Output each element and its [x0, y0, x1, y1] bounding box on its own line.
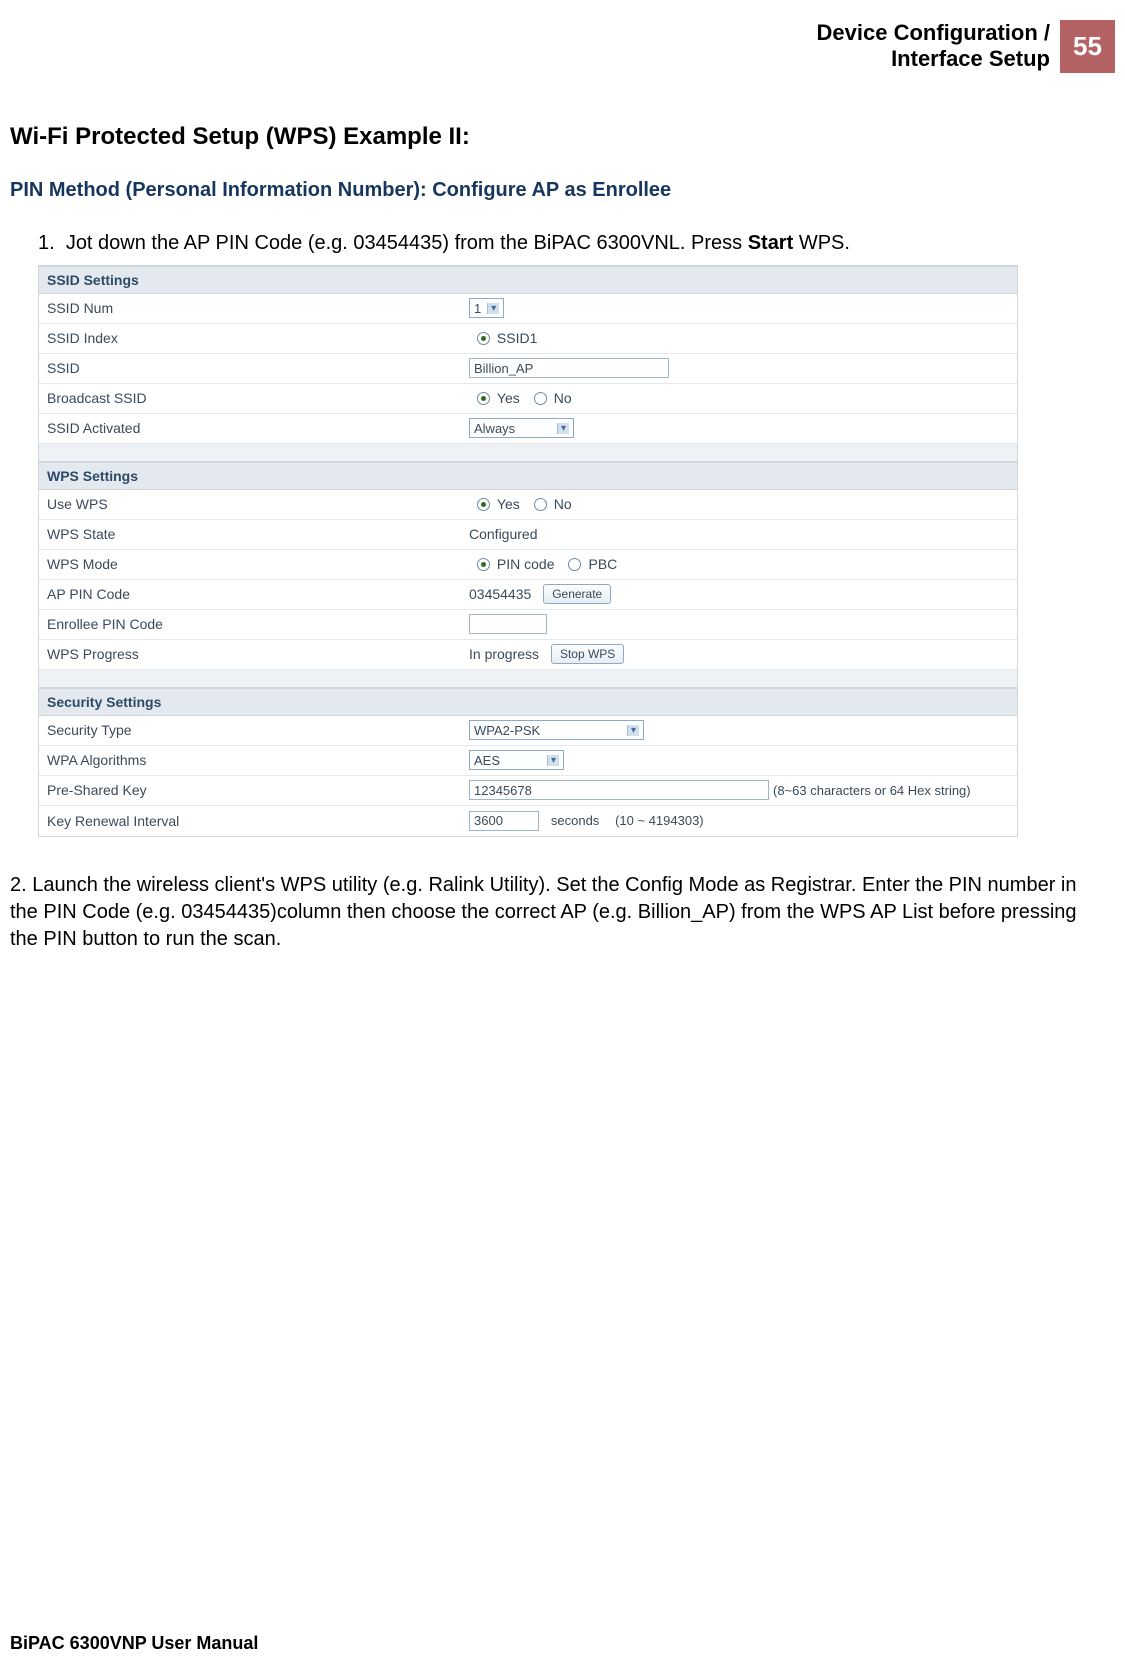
wps-state-value: Configured: [469, 526, 538, 542]
step-number: 1.: [38, 232, 55, 254]
label-wps-progress: WPS Progress: [39, 646, 469, 662]
chevron-down-icon: ▾: [627, 725, 639, 736]
broadcast-no-radio[interactable]: [534, 392, 547, 405]
ssid1-radio-label: SSID1: [497, 330, 537, 346]
wps-settings-header: WPS Settings: [39, 462, 1017, 490]
label-ap-pin-code: AP PIN Code: [39, 586, 469, 602]
row-wps-mode: WPS Mode PIN code PBC: [39, 550, 1017, 580]
security-type-value: WPA2-PSK: [474, 723, 621, 738]
breadcrumb-line2: Interface Setup: [891, 46, 1050, 71]
section-separator: [39, 444, 1017, 462]
row-ssid-activated: SSID Activated Always ▾: [39, 414, 1017, 444]
key-renewal-range: (10 ~ 4194303): [615, 813, 704, 828]
step-text-pre: Jot down the AP PIN Code (e.g. 03454435)…: [66, 232, 748, 254]
security-type-select[interactable]: WPA2-PSK ▾: [469, 720, 644, 740]
row-ap-pin-code: AP PIN Code 03454435 Generate: [39, 580, 1017, 610]
page-header: Device Configuration / Interface Setup 5…: [10, 20, 1115, 73]
row-ssid-index: SSID Index SSID1: [39, 324, 1017, 354]
page-title: Wi-Fi Protected Setup (WPS) Example II:: [10, 123, 1115, 151]
step-text-bold: Start: [748, 232, 794, 254]
chevron-down-icon: ▾: [557, 423, 569, 434]
ssid-activated-value: Always: [474, 421, 551, 436]
row-ssid-num: SSID Num 1 ▾: [39, 294, 1017, 324]
step-1-text: 1. Jot down the AP PIN Code (e.g. 034544…: [38, 232, 1115, 255]
label-psk: Pre-Shared Key: [39, 782, 469, 798]
generate-button[interactable]: Generate: [543, 584, 611, 604]
step-text-post: WPS.: [793, 232, 850, 254]
stop-wps-button[interactable]: Stop WPS: [551, 644, 624, 664]
psk-input[interactable]: [469, 780, 769, 800]
label-security-type: Security Type: [39, 722, 469, 738]
row-wps-state: WPS State Configured: [39, 520, 1017, 550]
chevron-down-icon: ▾: [547, 755, 559, 766]
wpsmode-pin-label: PIN code: [497, 556, 555, 572]
wpsmode-pbc-radio[interactable]: [568, 558, 581, 571]
usewps-no-label: No: [554, 496, 572, 512]
label-broadcast-ssid: Broadcast SSID: [39, 390, 469, 406]
wpa-algorithms-select[interactable]: AES ▾: [469, 750, 564, 770]
label-wps-state: WPS State: [39, 526, 469, 542]
ssid-num-select[interactable]: 1 ▾: [469, 298, 504, 318]
key-renewal-input[interactable]: [469, 811, 539, 831]
key-renewal-unit: seconds: [551, 813, 599, 828]
row-key-renewal: Key Renewal Interval seconds (10 ~ 41943…: [39, 806, 1017, 836]
row-enrollee-pin-code: Enrollee PIN Code: [39, 610, 1017, 640]
label-key-renewal: Key Renewal Interval: [39, 813, 469, 829]
row-wps-progress: WPS Progress In progress Stop WPS: [39, 640, 1017, 670]
ap-pin-value: 03454435: [469, 586, 531, 602]
section-separator: [39, 670, 1017, 688]
step-2-text: 2. Launch the wireless client's WPS util…: [10, 872, 1115, 953]
config-panel: SSID Settings SSID Num 1 ▾ SSID Index SS…: [38, 265, 1018, 837]
ssid-num-value: 1: [474, 301, 481, 316]
usewps-no-radio[interactable]: [534, 498, 547, 511]
broadcast-yes-radio[interactable]: [477, 392, 490, 405]
label-ssid-activated: SSID Activated: [39, 420, 469, 436]
ssid-input[interactable]: [469, 358, 669, 378]
ssid1-radio[interactable]: [477, 332, 490, 345]
wpa-algorithms-value: AES: [474, 753, 541, 768]
label-use-wps: Use WPS: [39, 496, 469, 512]
psk-note: (8~63 characters or 64 Hex string): [773, 783, 971, 798]
page-number-badge: 55: [1060, 20, 1115, 73]
label-ssid: SSID: [39, 360, 469, 376]
chevron-down-icon: ▾: [487, 303, 499, 314]
enrollee-pin-input[interactable]: [469, 614, 547, 634]
usewps-yes-radio[interactable]: [477, 498, 490, 511]
footer-text: BiPAC 6300VNP User Manual: [10, 1633, 258, 1654]
row-security-type: Security Type WPA2-PSK ▾: [39, 716, 1017, 746]
row-wpa-algorithms: WPA Algorithms AES ▾: [39, 746, 1017, 776]
row-pre-shared-key: Pre-Shared Key (8~63 characters or 64 He…: [39, 776, 1017, 806]
label-enrollee-pin: Enrollee PIN Code: [39, 616, 469, 632]
usewps-yes-label: Yes: [497, 496, 520, 512]
row-broadcast-ssid: Broadcast SSID Yes No: [39, 384, 1017, 414]
section-subtitle: PIN Method (Personal Information Number)…: [10, 179, 1115, 202]
row-ssid: SSID: [39, 354, 1017, 384]
wpsmode-pbc-label: PBC: [588, 556, 617, 572]
ssid-activated-select[interactable]: Always ▾: [469, 418, 574, 438]
wpsmode-pin-radio[interactable]: [477, 558, 490, 571]
wps-progress-value: In progress: [469, 646, 539, 662]
ssid-settings-header: SSID Settings: [39, 266, 1017, 294]
security-settings-header: Security Settings: [39, 688, 1017, 716]
broadcast-yes-label: Yes: [497, 390, 520, 406]
breadcrumb-line1: Device Configuration /: [817, 20, 1050, 45]
breadcrumb: Device Configuration / Interface Setup: [817, 20, 1060, 73]
row-use-wps: Use WPS Yes No: [39, 490, 1017, 520]
label-wps-mode: WPS Mode: [39, 556, 469, 572]
label-wpa-algorithms: WPA Algorithms: [39, 752, 469, 768]
label-ssid-index: SSID Index: [39, 330, 469, 346]
label-ssid-num: SSID Num: [39, 300, 469, 316]
broadcast-no-label: No: [554, 390, 572, 406]
